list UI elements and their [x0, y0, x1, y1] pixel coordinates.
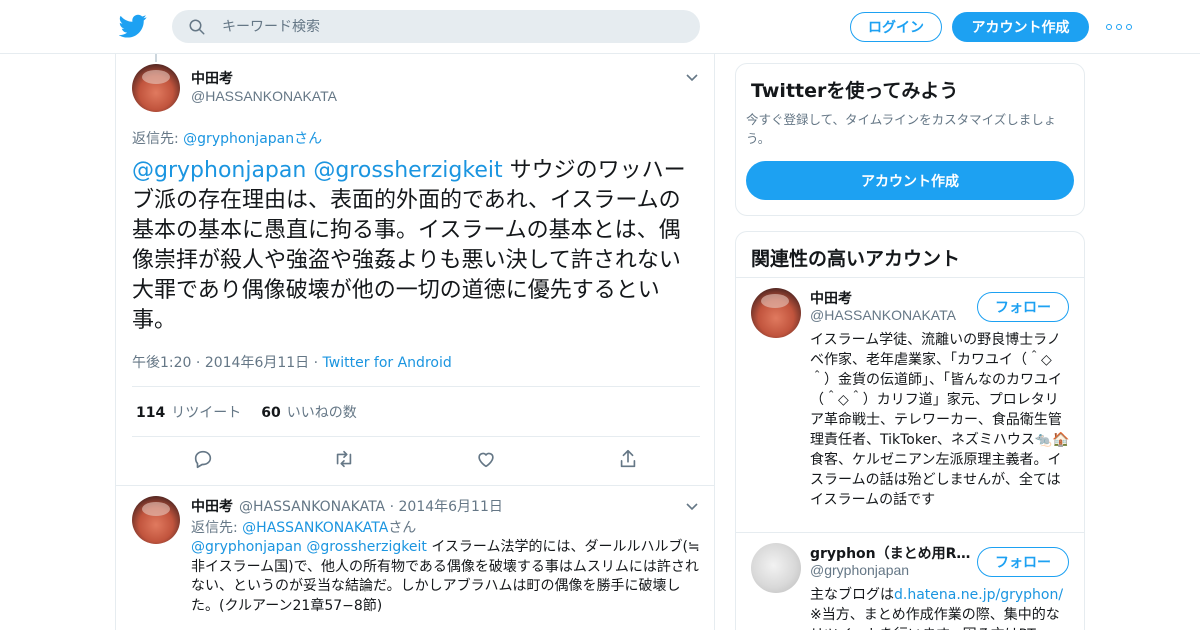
chevron-down-icon[interactable]	[685, 502, 699, 512]
tweet-body: サウジのワッハーブ派の存在理由は、表面的外面的であれ、イスラームの基本の基本に愚…	[132, 158, 686, 333]
avatar[interactable]	[751, 288, 801, 338]
account-name[interactable]: gryphon（まとめ用R…	[810, 543, 970, 563]
mention-link[interactable]: @gryphonjapan	[191, 539, 302, 555]
tweet-actions	[116, 448, 714, 474]
avatar[interactable]	[751, 543, 801, 593]
reply-suffix: さん	[388, 520, 417, 536]
reply-suffix: さん	[294, 131, 323, 147]
signup-button[interactable]: アカウント作成	[952, 12, 1089, 42]
related-accounts-title: 関連性の高いアカウント	[751, 248, 961, 270]
reply-prefix: 返信先:	[191, 520, 243, 536]
account-bio: イスラーム学徒、流離いの野良博士ラノベ作家、老年虐業家、「カワユイ（＾◇＾）金貨…	[810, 332, 1070, 508]
top-navigation-bar: ログイン アカウント作成	[0, 0, 1200, 54]
chevron-down-icon[interactable]	[685, 73, 699, 83]
like-icon[interactable]	[475, 448, 497, 470]
avatar[interactable]	[132, 64, 180, 112]
author-handle[interactable]: @HASSANKONAKATA	[239, 499, 385, 515]
follow-button[interactable]: フォロー	[977, 547, 1069, 577]
retweet-stat[interactable]: 114 リツイート	[136, 402, 241, 422]
reply-context: 返信先: @gryphonjapanさん	[132, 128, 322, 148]
account-handle[interactable]: @gryphonjapan	[810, 562, 909, 578]
search-bar[interactable]	[172, 10, 700, 43]
author-name[interactable]: 中田考	[191, 68, 233, 88]
reply-icon[interactable]	[192, 448, 214, 470]
twitter-logo-icon[interactable]	[119, 12, 147, 40]
bio-text: ※当方、まとめ作成作業の際、集中的なリツイートを行います。困る方はRT	[810, 607, 1060, 630]
search-input[interactable]	[222, 18, 682, 35]
retweet-icon[interactable]	[333, 448, 355, 470]
tweet-date[interactable]: 2014年6月11日	[205, 355, 309, 371]
like-count: 60	[261, 405, 281, 421]
tweet-text: @gryphonjapan @grossherzigkeit イスラーム法学的に…	[191, 538, 701, 616]
mention-link[interactable]: @grossherzigkeit	[306, 539, 426, 555]
bio-link[interactable]: d.hatena.ne.jp/gryphon/	[894, 587, 1063, 603]
reply-to-link[interactable]: @HASSANKONAKATA	[242, 520, 388, 536]
divider	[736, 532, 1084, 533]
tweet-text: @gryphonjapan @grossherzigkeit サウジのワッハーブ…	[132, 156, 700, 336]
reply-tweet-header: 中田考 @HASSANKONAKATA · 2014年6月11日	[191, 499, 503, 515]
account-name[interactable]: 中田考	[810, 288, 852, 308]
tweet-source[interactable]: Twitter for Android	[323, 355, 452, 371]
account-handle[interactable]: @HASSANKONAKATA	[810, 307, 956, 323]
more-icon[interactable]	[1106, 17, 1132, 37]
signup-card-button[interactable]: アカウント作成	[746, 161, 1074, 200]
reply-context: 返信先: @HASSANKONAKATAさん	[191, 517, 416, 537]
tweet-stats: 114 リツイート 60 いいねの数	[136, 402, 377, 422]
signup-card-description: 今すぐ登録して、タイムラインをカスタマイズしましょう。	[746, 112, 1057, 146]
author-handle[interactable]: @HASSANKONAKATA	[191, 88, 337, 104]
like-stat[interactable]: 60 いいねの数	[261, 402, 356, 422]
tweet-time[interactable]: 午後1:20	[132, 355, 191, 371]
reply-prefix: 返信先:	[132, 131, 184, 147]
signup-card-title: Twitterを使ってみよう	[751, 80, 959, 102]
signup-card: Twitterを使ってみよう 今すぐ登録して、タイムラインをカスタマイズしましょ…	[735, 63, 1085, 216]
retweet-count: 114	[136, 405, 166, 421]
mention-link[interactable]: @gryphonjapan	[132, 158, 306, 183]
divider	[132, 436, 700, 437]
related-accounts-card: 関連性の高いアカウント 中田考 @HASSANKONAKATA フォロー イスラ…	[735, 231, 1085, 630]
retweet-label: リツイート	[171, 405, 242, 421]
account-bio: 主なブログはd.hatena.ne.jp/gryphon/ ※当方、まとめ作成作業…	[810, 585, 1072, 630]
bio-text: 主なブログは	[810, 587, 894, 603]
follow-button[interactable]: フォロー	[977, 292, 1069, 322]
avatar[interactable]	[132, 496, 180, 544]
author-name[interactable]: 中田考	[191, 499, 233, 515]
tweet-metadata: 午後1:20 · 2014年6月11日 · Twitter for Androi…	[132, 355, 452, 371]
share-icon[interactable]	[617, 448, 639, 470]
login-button[interactable]: ログイン	[850, 12, 942, 42]
divider	[116, 485, 714, 486]
like-label: いいねの数	[286, 405, 357, 421]
tweet-column: 中田考 @HASSANKONAKATA 返信先: @gryphonjapanさん…	[115, 54, 715, 630]
reply-to-link[interactable]: @gryphonjapan	[183, 131, 294, 147]
mention-link[interactable]: @grossherzigkeit	[313, 158, 502, 183]
tweet-date[interactable]: 2014年6月11日	[399, 499, 503, 515]
divider	[132, 386, 700, 387]
search-icon	[189, 19, 205, 34]
thread-line	[155, 54, 157, 62]
divider	[736, 277, 1084, 278]
